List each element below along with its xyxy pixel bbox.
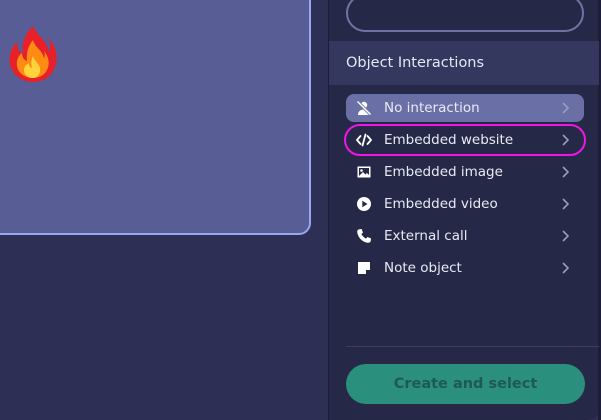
chevron-right-icon — [558, 133, 572, 147]
phone-icon — [355, 227, 373, 245]
menu-item-label: Note object — [384, 260, 462, 276]
chevron-right-icon — [558, 229, 572, 243]
divider — [346, 346, 599, 347]
menu-item-embedded-video[interactable]: Embedded video — [346, 190, 584, 218]
menu-item-external-call[interactable]: External call — [346, 222, 584, 250]
menu-item-label: Embedded video — [384, 196, 498, 212]
canvas-area — [0, 0, 328, 420]
section-title: Object Interactions — [346, 55, 485, 71]
side-panel: Object Interactions No interaction Embed… — [328, 0, 601, 420]
menu-item-label: External call — [384, 228, 468, 244]
chevron-right-icon — [558, 261, 572, 275]
menu-item-label: Embedded image — [384, 164, 503, 180]
chevron-right-icon — [558, 101, 572, 115]
interaction-menu: No interaction Embedded website Embedded… — [344, 94, 586, 286]
user-slash-icon — [355, 99, 373, 117]
play-circle-icon — [355, 195, 373, 213]
image-icon — [355, 163, 373, 181]
chevron-right-icon — [558, 165, 572, 179]
menu-item-embedded-website[interactable]: Embedded website — [344, 124, 586, 156]
menu-item-embedded-image[interactable]: Embedded image — [346, 158, 584, 186]
chevron-right-icon — [558, 197, 572, 211]
code-icon — [355, 131, 373, 149]
create-and-select-button[interactable]: Create and select — [346, 364, 585, 404]
fire-icon — [7, 24, 59, 84]
search-input[interactable] — [346, 0, 584, 32]
note-icon — [355, 259, 373, 277]
section-header: Object Interactions — [329, 41, 599, 85]
menu-item-note-object[interactable]: Note object — [346, 254, 584, 282]
menu-item-label: No interaction — [384, 100, 480, 116]
menu-item-label: Embedded website — [384, 132, 514, 148]
menu-item-no-interaction[interactable]: No interaction — [346, 94, 584, 122]
